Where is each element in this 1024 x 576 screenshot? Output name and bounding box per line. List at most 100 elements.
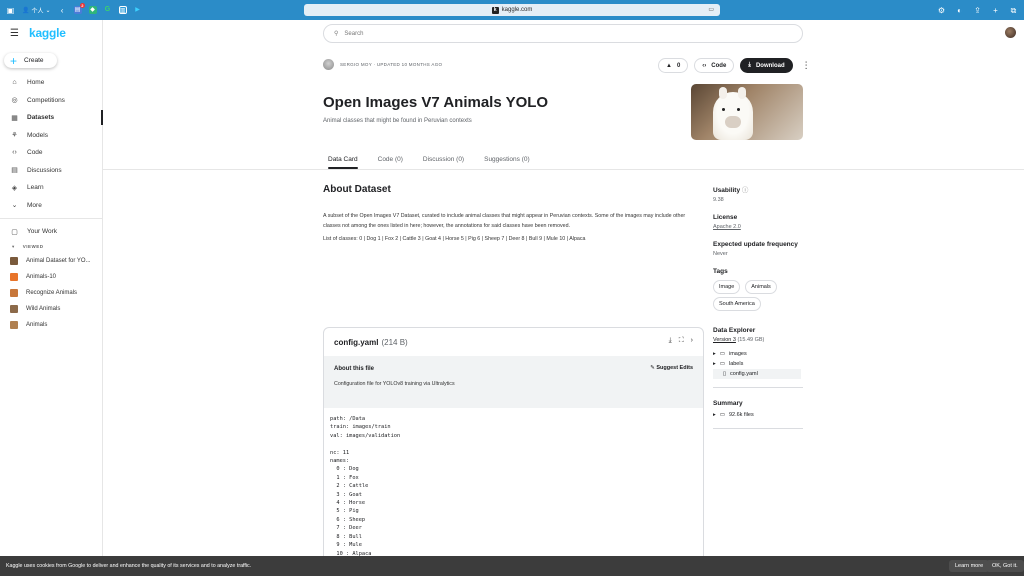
sidebar-item-models[interactable]: ⚘ Models xyxy=(0,127,103,145)
license-link[interactable]: Apache 2.0 xyxy=(713,224,803,230)
learn-more-button[interactable]: Learn more xyxy=(949,560,990,572)
viewed-item[interactable]: Animals-10 xyxy=(0,269,103,285)
alpaca-snout xyxy=(725,116,741,128)
viewed-item[interactable]: Animals xyxy=(0,317,103,333)
bookmark-icon: ▢ xyxy=(11,228,18,236)
upvote-count: 0 xyxy=(676,62,681,69)
new-tab-icon[interactable]: + xyxy=(991,6,1000,15)
sidebar-item-label: Your Work xyxy=(27,228,57,236)
sidebar-item-competitions[interactable]: ◎ Competitions xyxy=(0,92,103,110)
version-size: (15.49 GB) xyxy=(737,337,765,343)
models-icon: ⚘ xyxy=(11,132,18,140)
cookie-text: Kaggle uses cookies from Google to deliv… xyxy=(6,563,252,569)
kaggle-favicon-icon: k xyxy=(491,6,499,14)
chevron-right-icon[interactable]: › xyxy=(691,337,693,345)
tree-file-config[interactable]: ▯ config.yaml xyxy=(713,369,801,379)
code-button-label: Code xyxy=(711,62,727,69)
usability-value: 9.38 xyxy=(713,197,724,203)
sidebar-item-code[interactable]: ‹› Code xyxy=(0,144,103,162)
usability-heading: Usability ⓘ xyxy=(713,184,803,194)
code-icon: ‹› xyxy=(12,149,17,157)
download-icon[interactable]: ⤓ xyxy=(669,337,672,345)
info-icon[interactable]: ⓘ xyxy=(742,187,749,194)
tag-chip[interactable]: Animals xyxy=(745,280,777,294)
dataset-actions: ▲ 0 ‹› Code ⤓ Download ⋮ xyxy=(658,58,814,73)
tab-code[interactable]: Code (0) xyxy=(373,154,408,169)
sidebar-toggle-icon[interactable]: ▣ xyxy=(6,6,15,15)
extension-icon[interactable]: ◆ xyxy=(88,6,97,14)
sidebar-item-home[interactable]: ⌂ Home xyxy=(0,74,103,92)
fullscreen-icon[interactable]: ⛶ xyxy=(679,337,684,345)
code-icon: ‹› xyxy=(702,62,707,69)
tree-folder-images[interactable]: ▸ ▭ images xyxy=(713,349,803,359)
dataset-meta: SERGIO MOY · UPDATED 10 MONTHS AGO xyxy=(323,59,442,70)
tag-list: Image Animals South America xyxy=(713,277,803,311)
trophy-icon: ◎ xyxy=(11,97,18,105)
sidebar-item-discussions[interactable]: ▤ Discussions xyxy=(0,162,103,180)
metadata-panel: Usability ⓘ 9.38 License Apache 2.0 Expe… xyxy=(713,184,803,429)
viewed-item[interactable]: Wild Animals xyxy=(0,301,103,317)
author-update-text: SERGIO MOY · UPDATED 10 MONTHS AGO xyxy=(340,62,443,67)
sidebar: ☰ kaggle + Create ⌂ Home ◎ Competitions ▦ D… xyxy=(0,20,103,556)
kaggle-logo[interactable]: kaggle xyxy=(29,26,66,40)
code-button[interactable]: ‹› Code xyxy=(694,58,735,73)
search-input[interactable]: ⚲ Search xyxy=(323,24,803,43)
viewed-item[interactable]: Animal Dataset for YO... xyxy=(0,253,103,269)
upvote-button[interactable]: ▲ 0 xyxy=(658,58,689,73)
create-button[interactable]: + Create xyxy=(4,53,57,68)
url-text: kaggle.com xyxy=(501,7,533,13)
tag-chip[interactable]: South America xyxy=(713,297,761,311)
sidebar-nav: ⌂ Home ◎ Competitions ▦ Datasets ⚘ Models ‹›… xyxy=(0,74,103,333)
sidebar-item-label: Learn xyxy=(27,184,44,192)
reader-icon[interactable]: ▭ xyxy=(708,6,714,13)
tabs-extension-icon[interactable]: ▤ 2 xyxy=(73,3,85,14)
accept-cookies-button[interactable]: OK, Got it. xyxy=(986,560,1024,572)
viewed-header[interactable]: ▾ VIEWED xyxy=(0,241,103,253)
tab-overview-icon[interactable]: ⧉ xyxy=(1009,6,1018,15)
back-icon[interactable]: ‹ xyxy=(58,6,67,15)
sidebar-item-more[interactable]: ⌄ More xyxy=(0,197,103,215)
sidebar-item-datasets[interactable]: ▦ Datasets xyxy=(0,109,103,127)
collapse-icon: ▾ xyxy=(12,243,15,249)
menu-icon[interactable]: ☰ xyxy=(10,28,19,39)
more-options-icon[interactable]: ⋮ xyxy=(799,60,814,71)
about-heading: About Dataset xyxy=(323,184,391,195)
tabs-divider xyxy=(103,169,1024,170)
tree-folder-labels[interactable]: ▸ ▭ labels xyxy=(713,359,803,369)
dataset-thumbnail xyxy=(10,256,18,265)
viewed-item[interactable]: Recognize Animals xyxy=(0,285,103,301)
user-avatar[interactable] xyxy=(1005,27,1016,38)
extension-icon-2[interactable]: ▥ xyxy=(118,6,127,14)
panel-divider xyxy=(713,428,803,429)
download-button[interactable]: ⤓ Download xyxy=(740,58,793,73)
tag-chip[interactable]: Image xyxy=(713,280,741,294)
sidebar-item-your-work[interactable]: ▢ Your Work xyxy=(0,223,103,241)
dataset-thumbnail xyxy=(10,288,18,297)
page-subtitle: Animal classes that might be found in Pe… xyxy=(323,118,472,124)
profile-switcher[interactable]: 👤 个人 ⌄ xyxy=(22,6,51,15)
viewed-item-label: Recognize Animals xyxy=(26,289,78,296)
author-avatar[interactable] xyxy=(323,59,334,70)
grammarly-extension-icon[interactable]: G xyxy=(104,6,112,14)
update-frequency-value: Never xyxy=(713,251,728,257)
tab-suggestions[interactable]: Suggestions (0) xyxy=(479,154,535,169)
address-bar[interactable]: k kaggle.com ▭ xyxy=(304,4,720,16)
folder-icon: ▭ xyxy=(719,361,725,367)
search-icon: ⚲ xyxy=(334,31,339,37)
summary-files[interactable]: ▸ ▭ 92.6k files xyxy=(713,410,803,420)
sidebar-item-label: Competitions xyxy=(27,96,65,104)
update-frequency-label: Expected update frequency xyxy=(713,241,798,248)
viewed-item-label: Animals xyxy=(26,321,48,328)
share-icon[interactable]: ⇪ xyxy=(973,6,982,15)
file-actions: ⤓ ⛶ › xyxy=(669,337,693,345)
suggest-edits-button[interactable]: ✎ Suggest Edits xyxy=(650,365,693,371)
tab-data-card[interactable]: Data Card xyxy=(323,154,363,169)
tab-discussion[interactable]: Discussion (0) xyxy=(418,154,469,169)
version-link[interactable]: Version 3 xyxy=(713,337,736,343)
folder-icon: ▭ xyxy=(719,412,725,418)
summary-tree: ▸ ▭ 92.6k files xyxy=(713,410,803,420)
play-extension-icon[interactable]: ▶ xyxy=(134,6,142,14)
sidebar-item-learn[interactable]: ◈ Learn xyxy=(0,179,103,197)
gear-icon[interactable]: ⚙ xyxy=(937,6,946,15)
download-icon[interactable]: ◐ xyxy=(955,6,964,15)
